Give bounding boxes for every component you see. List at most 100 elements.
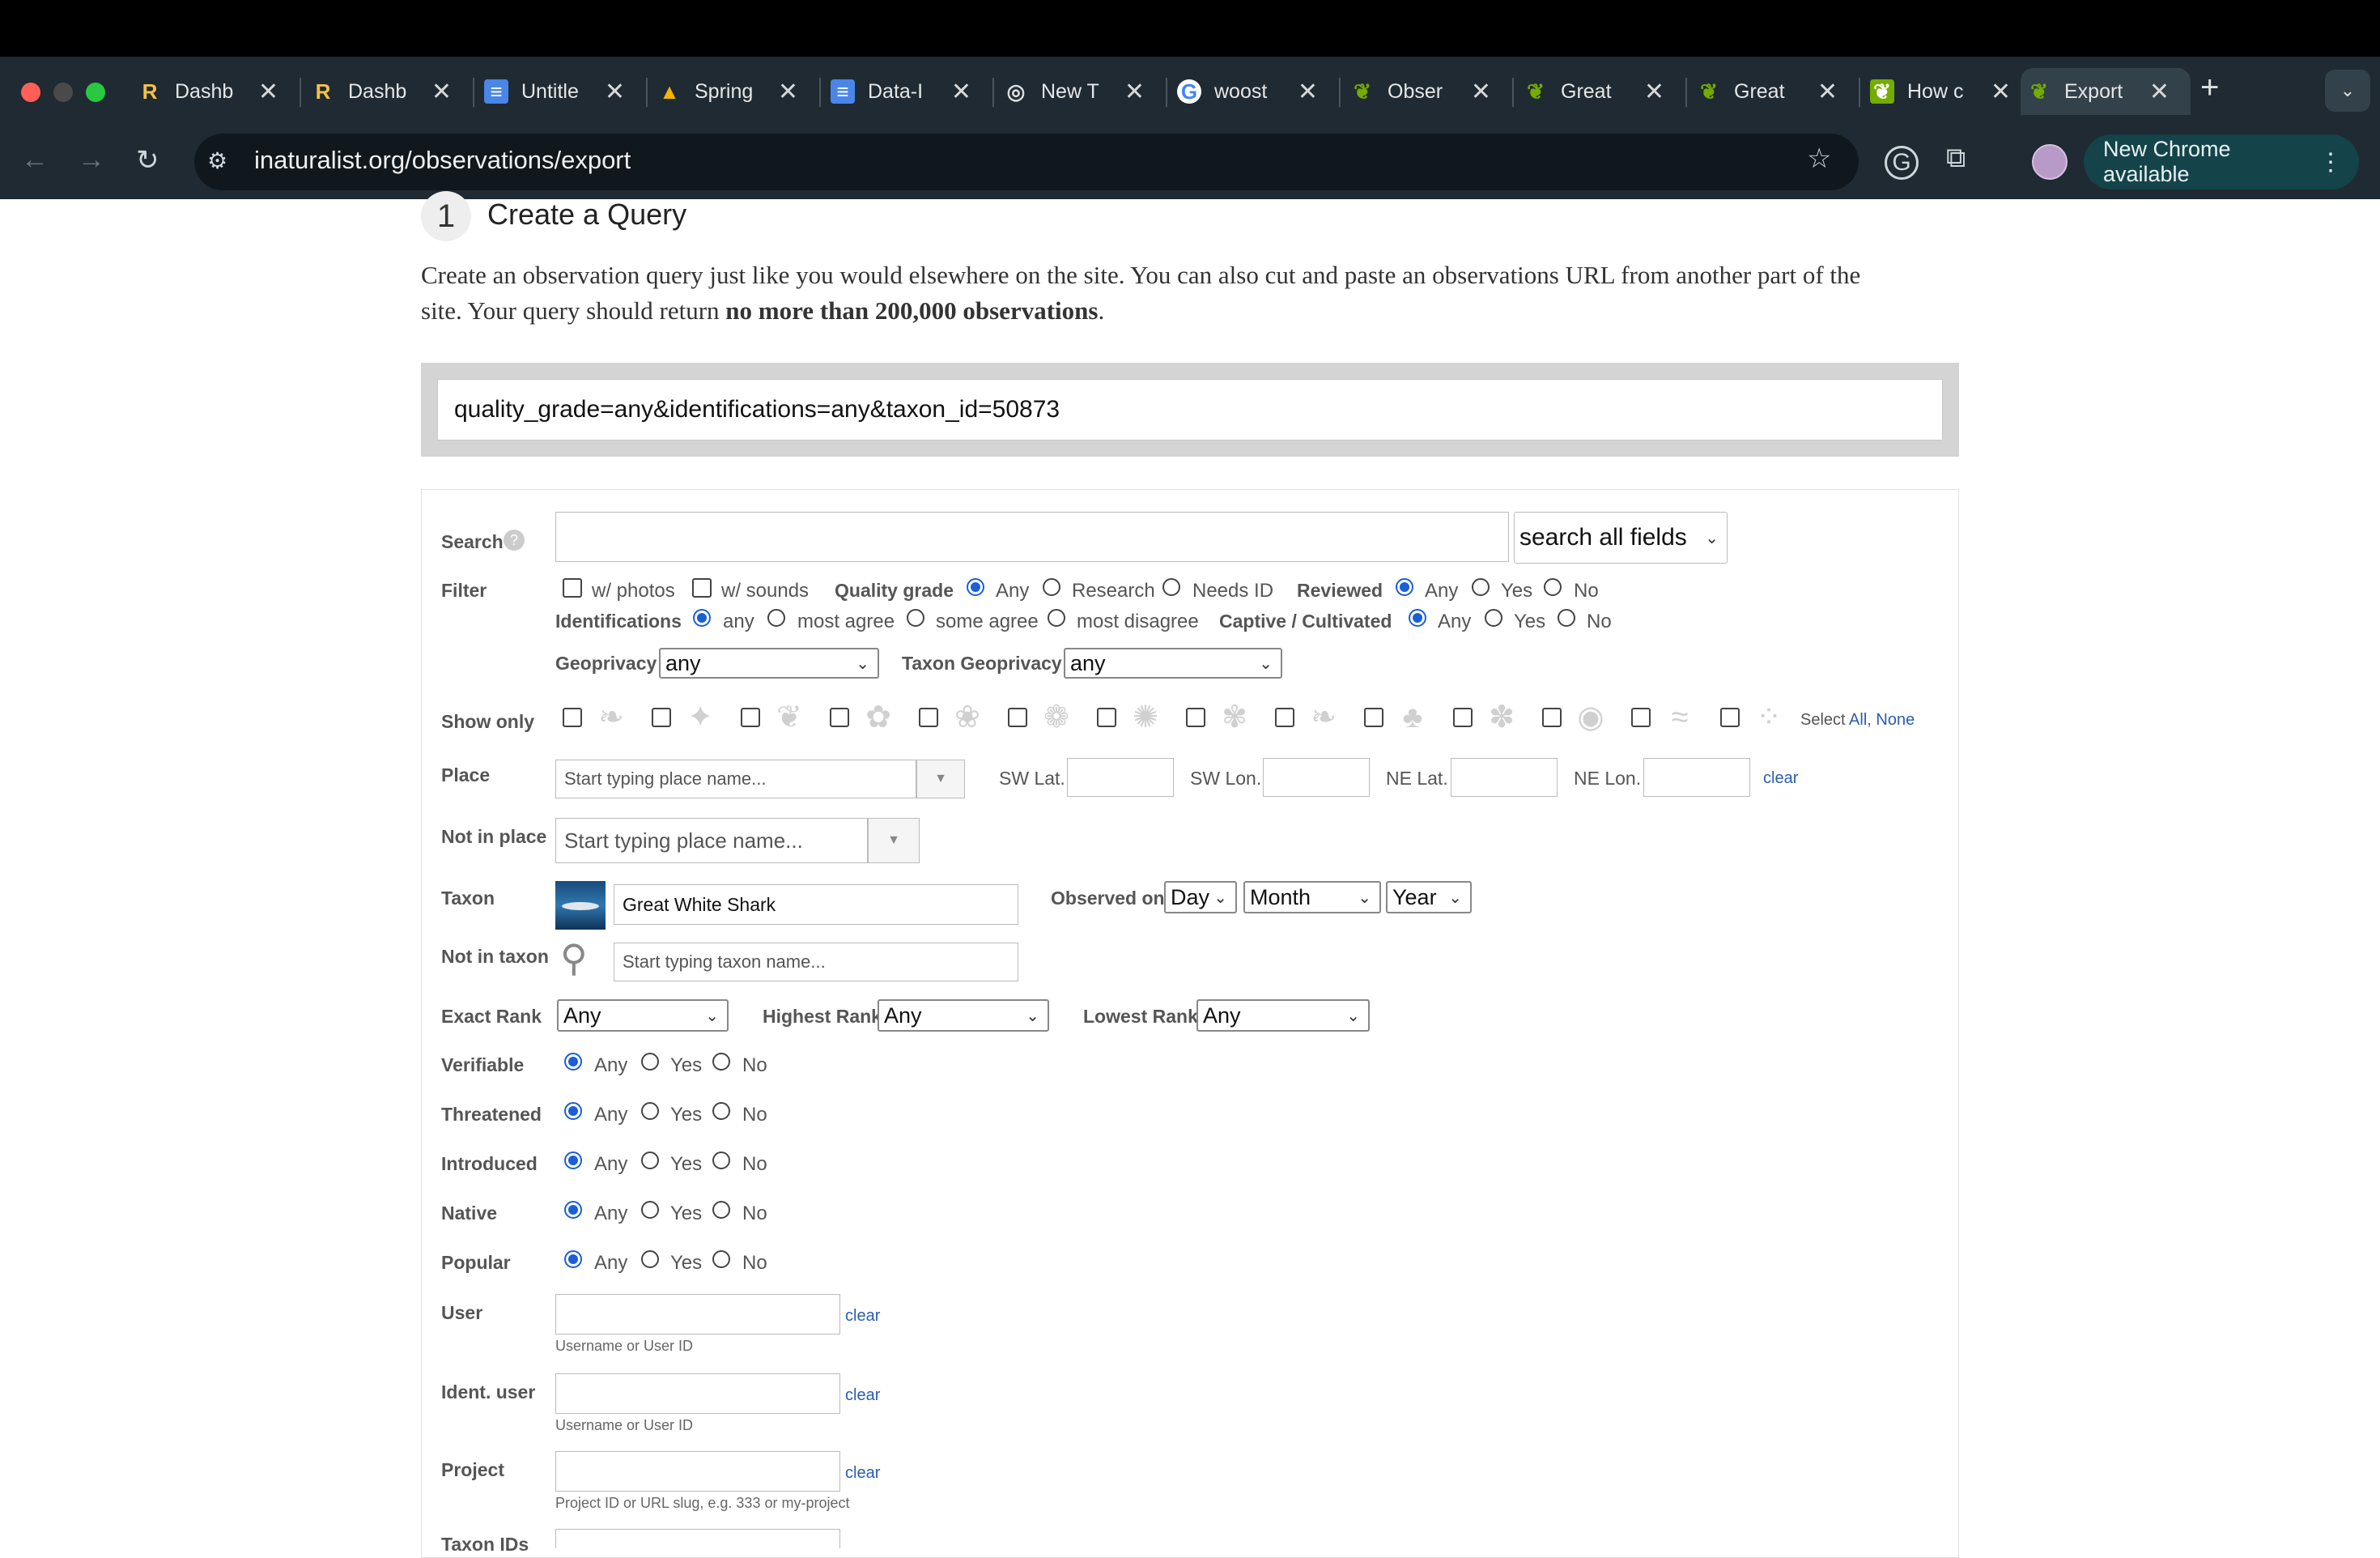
- close-icon[interactable]: ✕: [1471, 78, 1491, 106]
- select-all-link[interactable]: All,: [1849, 711, 1872, 729]
- introduced-no-radio[interactable]: [712, 1151, 730, 1169]
- ident-most-agree-radio[interactable]: [767, 609, 785, 627]
- search-input[interactable]: [555, 512, 1509, 562]
- minimize-window-button[interactable]: [53, 83, 73, 102]
- iconic-taxon-checkbox[interactable]: [652, 708, 671, 727]
- browser-tab[interactable]: ≡ Untitle ✕: [478, 68, 646, 115]
- quality-any-radio[interactable]: [967, 578, 984, 596]
- captive-any-radio[interactable]: [1409, 609, 1426, 627]
- select-none-link[interactable]: None: [1876, 711, 1915, 729]
- not-in-place-dropdown-icon[interactable]: ▼: [868, 818, 920, 863]
- close-window-button[interactable]: [21, 83, 40, 102]
- reviewed-any-radio[interactable]: [1396, 578, 1413, 596]
- browser-tab[interactable]: ◎ New T ✕: [997, 68, 1166, 115]
- iconic-taxon-checkbox[interactable]: [741, 708, 760, 727]
- day-select[interactable]: Day ⌄: [1164, 881, 1237, 913]
- query-string-input[interactable]: quality_grade=any&identifications=any&ta…: [437, 379, 1943, 441]
- browser-tab[interactable]: ❦ Great ✕: [1690, 68, 1859, 115]
- browser-tab[interactable]: ❦ Obser ✕: [1344, 68, 1512, 115]
- introduced-yes-radio[interactable]: [641, 1151, 659, 1169]
- close-icon[interactable]: ✕: [951, 78, 971, 106]
- sw-lon-input[interactable]: [1263, 758, 1370, 797]
- close-icon[interactable]: ✕: [1817, 78, 1838, 106]
- iconic-taxon-checkbox[interactable]: [1453, 708, 1473, 727]
- iconic-taxon-checkbox[interactable]: [1008, 708, 1027, 727]
- native-yes-radio[interactable]: [641, 1201, 659, 1219]
- help-icon[interactable]: ?: [504, 530, 525, 551]
- tab-search-icon[interactable]: ⌄: [2325, 70, 2370, 112]
- iconic-taxon-checkbox[interactable]: [1542, 708, 1562, 727]
- ident-user-input[interactable]: [555, 1373, 840, 1414]
- not-in-place-input[interactable]: Start typing place name...: [555, 818, 868, 863]
- threatened-no-radio[interactable]: [712, 1102, 730, 1120]
- native-any-radio[interactable]: [564, 1201, 582, 1219]
- ne-lon-input[interactable]: [1643, 758, 1750, 797]
- grammarly-icon[interactable]: G: [1885, 146, 1919, 180]
- profile-avatar[interactable]: [2032, 144, 2068, 180]
- iconic-taxon-checkbox[interactable]: [919, 708, 938, 727]
- native-no-radio[interactable]: [712, 1201, 730, 1219]
- close-icon[interactable]: ✕: [431, 78, 452, 106]
- photos-checkbox[interactable]: [563, 578, 582, 598]
- close-icon[interactable]: ✕: [1124, 78, 1145, 106]
- captive-yes-radio[interactable]: [1485, 609, 1502, 627]
- new-chrome-available-button[interactable]: New Chrome available ⋮: [2084, 134, 2359, 189]
- captive-no-radio[interactable]: [1558, 609, 1575, 627]
- threatened-any-radio[interactable]: [564, 1102, 582, 1120]
- more-menu-icon[interactable]: ⋮: [2318, 148, 2343, 177]
- close-icon[interactable]: ✕: [1298, 78, 1318, 106]
- quality-research-radio[interactable]: [1043, 578, 1060, 596]
- browser-tab[interactable]: ≡ Data-I ✕: [824, 68, 992, 115]
- exact-rank-select[interactable]: Any ⌄: [557, 999, 729, 1032]
- place-dropdown-icon[interactable]: ▼: [916, 760, 965, 798]
- back-icon[interactable]: ←: [21, 144, 49, 176]
- project-clear-link[interactable]: clear: [845, 1464, 880, 1483]
- iconic-taxon-checkbox[interactable]: [563, 708, 582, 727]
- taxon-geoprivacy-select[interactable]: any ⌄: [1064, 648, 1282, 679]
- popular-any-radio[interactable]: [564, 1250, 582, 1268]
- threatened-yes-radio[interactable]: [641, 1102, 659, 1120]
- iconic-taxon-checkbox[interactable]: [1631, 708, 1651, 727]
- forward-icon[interactable]: →: [78, 144, 105, 176]
- verifiable-no-radio[interactable]: [712, 1053, 730, 1071]
- taxon-input[interactable]: Great White Shark: [614, 884, 1018, 925]
- close-icon[interactable]: ✕: [1644, 78, 1664, 106]
- extensions-icon[interactable]: ⧉: [1946, 143, 1966, 174]
- geoprivacy-select[interactable]: any ⌄: [659, 648, 879, 679]
- close-icon[interactable]: ✕: [605, 78, 625, 106]
- zoom-window-button[interactable]: [86, 83, 105, 102]
- verifiable-yes-radio[interactable]: [641, 1053, 659, 1071]
- browser-tab-active[interactable]: ❦ Export ✕: [2021, 68, 2191, 115]
- browser-tab[interactable]: ❦ How c ✕: [1864, 68, 2032, 115]
- close-icon[interactable]: ✕: [778, 78, 798, 106]
- taxon-ids-input[interactable]: [555, 1529, 840, 1548]
- introduced-any-radio[interactable]: [564, 1151, 582, 1169]
- search-scope-select[interactable]: search all fields ⌄: [1514, 512, 1728, 564]
- iconic-taxon-checkbox[interactable]: [1186, 708, 1205, 727]
- iconic-taxon-checkbox[interactable]: [1720, 708, 1740, 727]
- user-input[interactable]: [555, 1294, 840, 1335]
- ne-lat-input[interactable]: [1451, 758, 1558, 797]
- place-input[interactable]: Start typing place name...: [555, 760, 916, 798]
- browser-tab[interactable]: ❦ Great ✕: [1517, 68, 1685, 115]
- project-input[interactable]: [555, 1451, 840, 1492]
- ident-some-agree-radio[interactable]: [907, 609, 924, 627]
- iconic-taxon-checkbox[interactable]: [1097, 708, 1116, 727]
- highest-rank-select[interactable]: Any ⌄: [878, 999, 1049, 1032]
- browser-tab[interactable]: Gwoost ✕: [1171, 68, 1339, 115]
- verifiable-any-radio[interactable]: [564, 1053, 582, 1071]
- sw-lat-input[interactable]: [1067, 758, 1174, 797]
- ident-user-clear-link[interactable]: clear: [845, 1386, 880, 1405]
- month-select[interactable]: Month ⌄: [1243, 881, 1381, 913]
- reload-icon[interactable]: ↻: [136, 144, 159, 177]
- not-in-taxon-input[interactable]: Start typing taxon name...: [614, 943, 1018, 981]
- ident-most-disagree-radio[interactable]: [1048, 609, 1065, 627]
- new-tab-icon[interactable]: +: [2200, 70, 2219, 106]
- browser-tab[interactable]: ▲ Spring ✕: [651, 68, 819, 115]
- site-settings-icon[interactable]: ⚙: [207, 147, 227, 174]
- popular-yes-radio[interactable]: [641, 1250, 659, 1268]
- close-icon[interactable]: ✕: [258, 78, 278, 106]
- year-select[interactable]: Year ⌄: [1386, 881, 1472, 913]
- reviewed-yes-radio[interactable]: [1472, 578, 1490, 596]
- iconic-taxon-checkbox[interactable]: [830, 708, 849, 727]
